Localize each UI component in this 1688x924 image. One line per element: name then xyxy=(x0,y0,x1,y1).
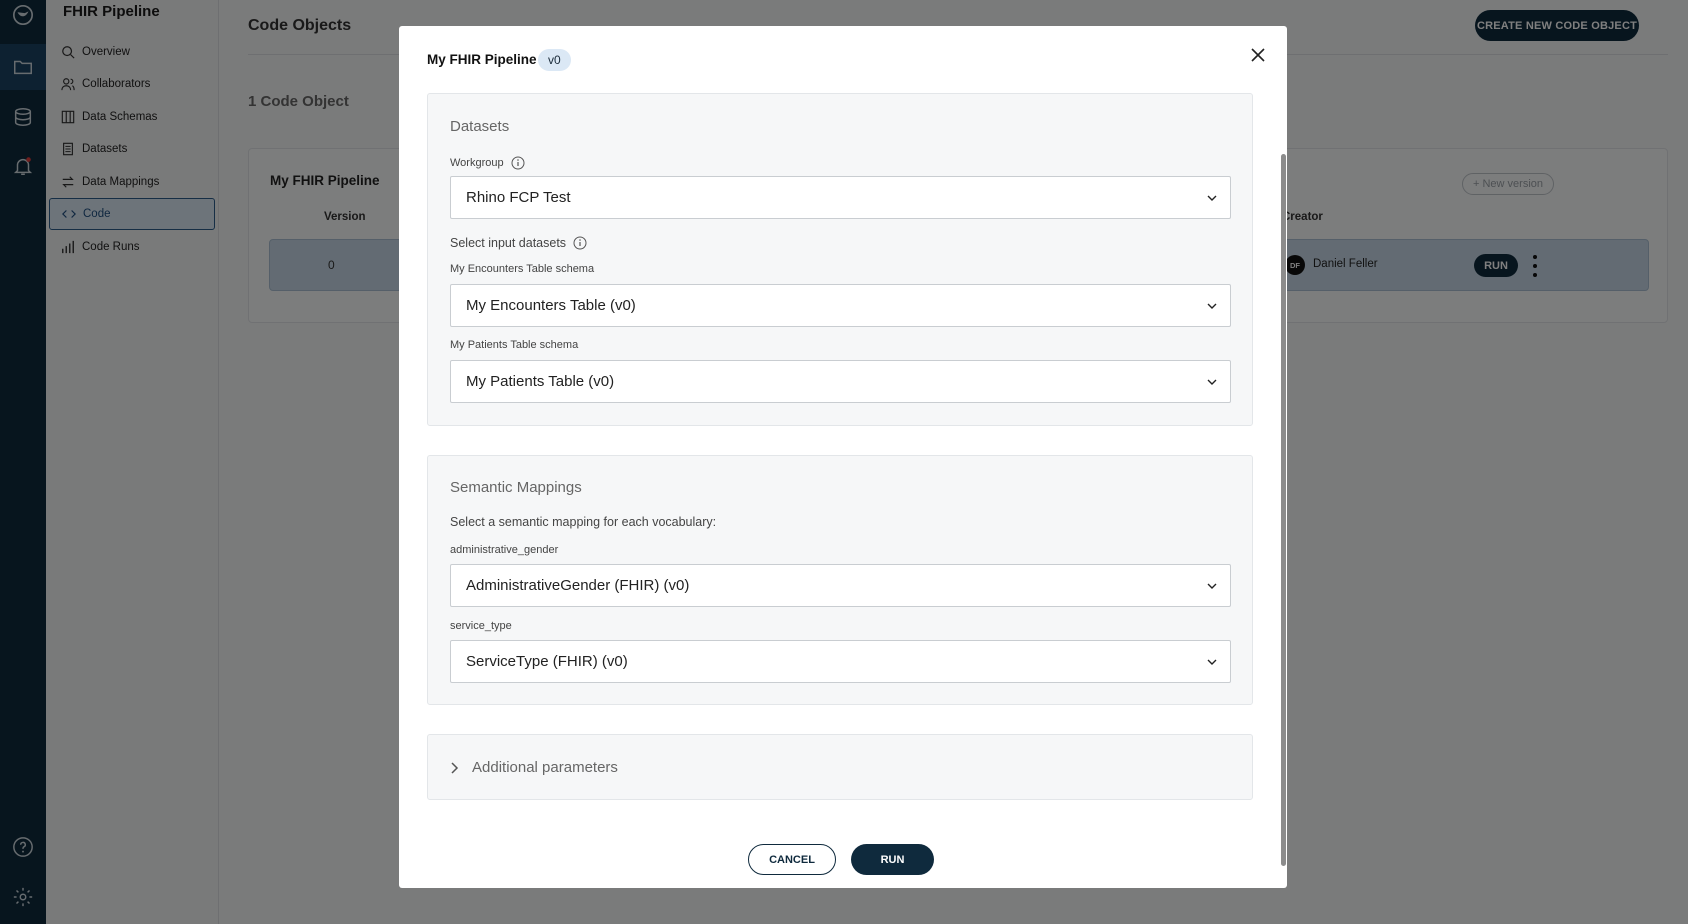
semantic-instruction: Select a semantic mapping for each vocab… xyxy=(450,515,717,529)
workgroup-label-text: Workgroup xyxy=(450,157,504,169)
additional-parameters-toggle[interactable]: Additional parameters xyxy=(427,734,1253,800)
workgroup-label: Workgroup xyxy=(450,156,525,170)
select-input-datasets-text: Select input datasets xyxy=(450,236,567,250)
encounters-schema-label: My Encounters Table schema xyxy=(450,263,595,275)
administrative-gender-label: administrative_gender xyxy=(450,544,559,556)
administrative-gender-select[interactable]: AdministrativeGender (FHIR) (v0) xyxy=(450,564,1231,607)
workgroup-value: Rhino FCP Test xyxy=(466,189,571,206)
encounters-dataset-select[interactable]: My Encounters Table (v0) xyxy=(450,284,1231,327)
section-heading: Semantic Mappings xyxy=(450,479,582,496)
info-icon[interactable] xyxy=(573,236,587,250)
run-button[interactable]: RUN xyxy=(851,844,934,875)
service-type-value: ServiceType (FHIR) (v0) xyxy=(466,653,628,670)
datasets-section: Datasets Workgroup Rhino FCP Test Select… xyxy=(427,93,1253,426)
administrative-gender-value: AdministrativeGender (FHIR) (v0) xyxy=(466,577,690,594)
service-type-label: service_type xyxy=(450,620,512,632)
select-input-datasets-label: Select input datasets xyxy=(450,236,587,250)
run-code-dialog: My FHIR Pipeline v0 Datasets Workgroup R… xyxy=(399,26,1287,888)
semantic-mappings-section: Semantic Mappings Select a semantic mapp… xyxy=(427,455,1253,705)
dialog-scrollbar[interactable] xyxy=(1281,154,1286,866)
chevron-down-icon xyxy=(1207,303,1217,309)
patients-dataset-select[interactable]: My Patients Table (v0) xyxy=(450,360,1231,403)
workgroup-select[interactable]: Rhino FCP Test xyxy=(450,176,1231,219)
dialog-title: My FHIR Pipeline xyxy=(427,52,537,67)
chevron-down-icon xyxy=(1207,195,1217,201)
close-icon[interactable] xyxy=(1246,43,1270,67)
section-heading: Datasets xyxy=(450,118,510,135)
patients-value: My Patients Table (v0) xyxy=(466,373,615,390)
info-icon[interactable] xyxy=(511,156,525,170)
encounters-value: My Encounters Table (v0) xyxy=(466,297,636,314)
version-badge: v0 xyxy=(538,49,571,71)
service-type-select[interactable]: ServiceType (FHIR) (v0) xyxy=(450,640,1231,683)
patients-schema-label: My Patients Table schema xyxy=(450,339,579,351)
additional-parameters-label: Additional parameters xyxy=(472,759,618,776)
chevron-down-icon xyxy=(1207,583,1217,589)
chevron-down-icon xyxy=(1207,659,1217,665)
chevron-right-icon xyxy=(451,762,459,774)
chevron-down-icon xyxy=(1207,379,1217,385)
cancel-button[interactable]: CANCEL xyxy=(748,844,836,875)
